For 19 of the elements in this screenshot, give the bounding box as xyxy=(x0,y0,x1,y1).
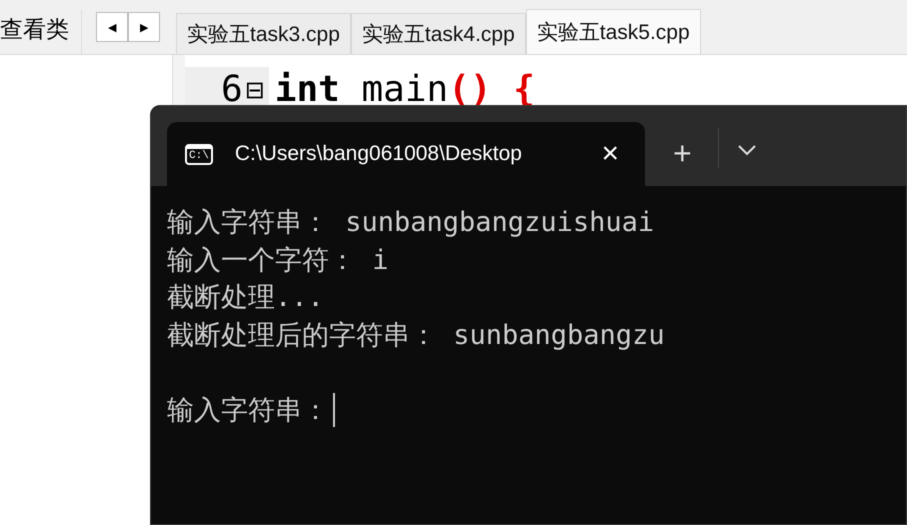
close-button[interactable]: × xyxy=(593,137,627,171)
console-line: 截断处理... xyxy=(167,281,324,315)
console-prompt: 输入字符串： xyxy=(167,394,329,428)
scroll-button[interactable]: ▶ xyxy=(128,12,160,42)
terminal-icon: C:\ xyxy=(185,144,213,164)
scroll-button[interactable]: ◀ xyxy=(96,12,128,42)
terminal-tab[interactable]: C:\ C:\Users\bang061008\Desktop × xyxy=(167,122,645,186)
file-tab[interactable]: 实验五task4.cpp xyxy=(350,13,526,54)
new-tab-button[interactable]: + xyxy=(665,135,700,172)
file-tab[interactable]: 实验五task3.cpp xyxy=(176,13,351,54)
tab-title: C:\Users\bang061008\Desktop xyxy=(234,142,523,166)
console-line: 输入字符串： sunbangbangzuishuai xyxy=(167,206,654,240)
panel-tab[interactable]: 查看类 xyxy=(0,10,82,54)
dropdown-chevron-icon[interactable] xyxy=(736,144,757,156)
console-line: 截断处理后的字符串： sunbangbangzu xyxy=(167,318,665,352)
fold-toggle[interactable]: ⊟ xyxy=(244,76,265,104)
line-number: 6 xyxy=(221,69,243,110)
file-tab[interactable]: 实验五task5.cpp xyxy=(526,9,701,54)
console-line: 输入一个字符： i xyxy=(167,244,389,278)
